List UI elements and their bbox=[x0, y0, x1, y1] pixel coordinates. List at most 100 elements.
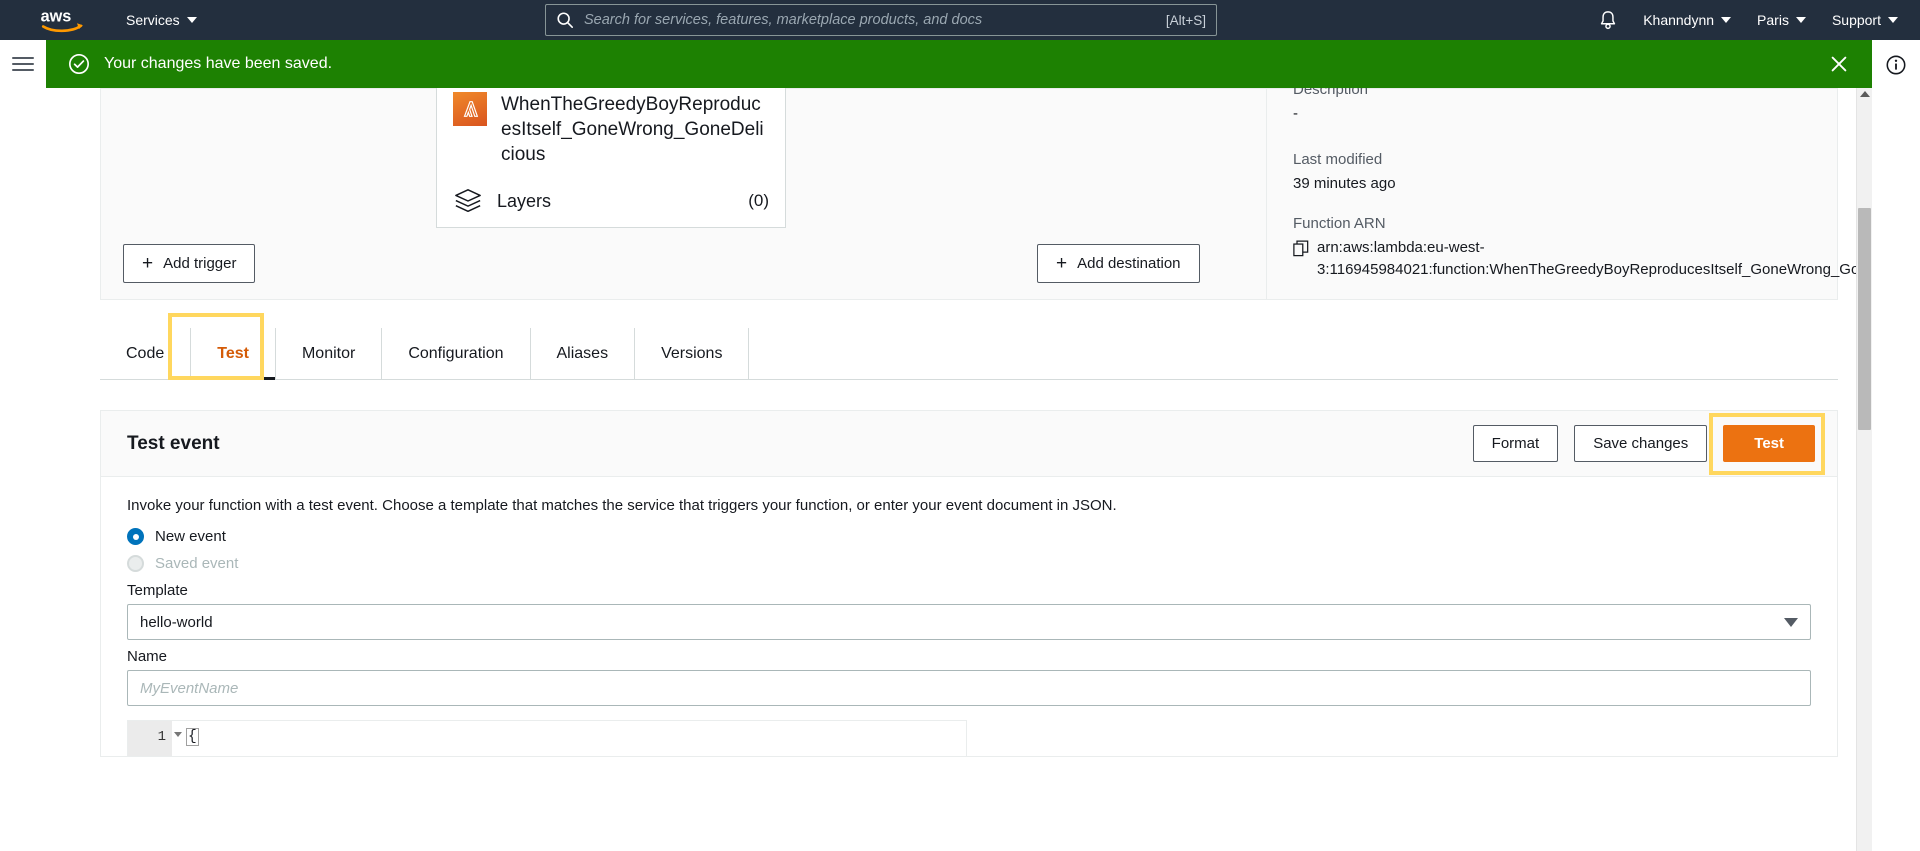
page-body: WhenTheGreedyBoyReproducesItself_GoneWro… bbox=[0, 88, 1920, 851]
function-tabs: Code Test Monitor Configuration Aliases … bbox=[100, 313, 1838, 380]
template-select[interactable]: hello-world bbox=[127, 604, 1811, 640]
tab-versions[interactable]: Versions bbox=[635, 328, 750, 379]
tab-monitor[interactable]: Monitor bbox=[276, 328, 383, 379]
radio-saved-event-label: Saved event bbox=[155, 555, 239, 572]
success-flash-bar: Your changes have been saved. bbox=[46, 40, 1872, 88]
event-name-placeholder: MyEventName bbox=[140, 679, 239, 697]
test-button[interactable]: Test bbox=[1723, 425, 1815, 462]
search-icon bbox=[557, 12, 574, 29]
support-menu-label: Support bbox=[1831, 12, 1881, 28]
test-event-panel-header: Test event Format Save changes Test bbox=[101, 411, 1837, 477]
right-rail-gutter bbox=[1872, 88, 1920, 851]
layers-row[interactable]: Layers (0) bbox=[453, 187, 769, 215]
tab-aliases[interactable]: Aliases bbox=[531, 328, 636, 379]
tab-monitor-label: Monitor bbox=[301, 344, 356, 362]
format-button[interactable]: Format bbox=[1472, 425, 1559, 462]
lambda-service-icon bbox=[453, 92, 487, 126]
function-arn-block: Function ARN arn:aws:lambda:eu-west-3:11… bbox=[1293, 215, 1856, 281]
radio-new-event-label: New event bbox=[155, 528, 226, 545]
search-input[interactable] bbox=[582, 11, 1158, 29]
services-menu[interactable]: Services bbox=[126, 12, 197, 28]
editor-line-numbers: 1 bbox=[128, 721, 182, 756]
notifications-bell-icon[interactable] bbox=[1599, 10, 1617, 30]
tab-code-label: Code bbox=[126, 344, 165, 362]
plus-icon: + bbox=[1056, 253, 1068, 274]
plus-icon: + bbox=[142, 253, 154, 274]
info-icon[interactable] bbox=[1885, 54, 1907, 76]
function-node-card[interactable]: WhenTheGreedyBoyReproducesItself_GoneWro… bbox=[436, 88, 786, 228]
radio-new-event[interactable]: New event bbox=[127, 528, 1811, 545]
page-scrollbar[interactable] bbox=[1856, 88, 1872, 851]
support-menu[interactable]: Support bbox=[1832, 12, 1898, 28]
chevron-down-icon bbox=[1888, 17, 1898, 23]
sidebar-toggle-cell[interactable] bbox=[0, 40, 46, 88]
template-select-value: hello-world bbox=[140, 613, 213, 631]
radio-new-event-control[interactable] bbox=[127, 528, 144, 545]
account-menu[interactable]: Khanndynn bbox=[1643, 12, 1732, 28]
info-rail bbox=[1872, 40, 1920, 88]
scroll-up-arrow-icon[interactable] bbox=[1859, 91, 1870, 97]
tab-versions-label: Versions bbox=[661, 344, 723, 362]
svg-text:aws: aws bbox=[41, 7, 72, 25]
code-line-1: { bbox=[186, 728, 199, 746]
success-check-icon bbox=[69, 54, 89, 74]
search-shortcut-hint: [Alt+S] bbox=[1165, 12, 1206, 28]
function-overview-card: WhenTheGreedyBoyReproducesItself_GoneWro… bbox=[100, 88, 1856, 300]
region-menu[interactable]: Paris bbox=[1757, 12, 1806, 28]
hamburger-menu-icon[interactable] bbox=[11, 53, 34, 75]
flash-message-row: Your changes have been saved. bbox=[0, 40, 1920, 88]
save-changes-button-label: Save changes bbox=[1593, 435, 1689, 452]
layers-count: (0) bbox=[748, 191, 769, 210]
event-json-editor[interactable]: 1 { bbox=[127, 720, 967, 756]
description-value: - bbox=[1293, 105, 1298, 122]
template-label: Template bbox=[127, 582, 188, 599]
save-changes-button[interactable]: Save changes bbox=[1574, 425, 1708, 462]
description-block: Description - bbox=[1293, 88, 1368, 125]
chevron-down-icon bbox=[1795, 17, 1806, 23]
account-menu-label: Khanndynn bbox=[1643, 12, 1715, 28]
layers-label: Layers bbox=[497, 190, 552, 211]
tab-code[interactable]: Code bbox=[100, 328, 192, 379]
close-icon[interactable] bbox=[1824, 49, 1854, 79]
event-name-input[interactable]: MyEventName bbox=[127, 670, 1811, 706]
code-fold-icon[interactable] bbox=[174, 732, 182, 737]
tab-aliases-label: Aliases bbox=[556, 344, 609, 362]
copy-icon[interactable] bbox=[1293, 240, 1309, 257]
add-destination-label: Add destination bbox=[1077, 255, 1181, 272]
format-button-label: Format bbox=[1491, 435, 1540, 452]
test-event-form: Invoke your function with a test event. … bbox=[101, 477, 1837, 756]
function-details-pane: + Add destination Description - Last mod… bbox=[1037, 88, 1856, 299]
scrollbar-thumb[interactable] bbox=[1858, 208, 1871, 430]
editor-code-area[interactable]: { bbox=[172, 721, 966, 756]
radio-saved-event[interactable]: Saved event bbox=[127, 555, 1811, 572]
function-name: WhenTheGreedyBoyReproducesItself_GoneWro… bbox=[501, 94, 764, 165]
left-gutter bbox=[0, 88, 46, 851]
function-arn-value: arn:aws:lambda:eu-west-3:116945984021:fu… bbox=[1317, 239, 1856, 278]
region-menu-label: Paris bbox=[1757, 12, 1789, 28]
line-number: 1 bbox=[157, 729, 166, 745]
layers-icon bbox=[455, 189, 481, 213]
test-event-description: Invoke your function with a test event. … bbox=[127, 497, 1117, 514]
main-content: WhenTheGreedyBoyReproducesItself_GoneWro… bbox=[46, 88, 1856, 851]
tab-configuration-label: Configuration bbox=[408, 344, 504, 362]
services-menu-label: Services bbox=[126, 12, 180, 28]
chevron-down-icon bbox=[186, 17, 197, 23]
top-navigation-bar: aws Services [Alt+S] Khanndynn Paris Sup… bbox=[0, 0, 1920, 40]
global-search-box[interactable]: [Alt+S] bbox=[545, 4, 1217, 36]
name-label: Name bbox=[127, 648, 168, 665]
add-trigger-label: Add trigger bbox=[163, 255, 237, 272]
test-event-panel: Test event Format Save changes Test Invo… bbox=[100, 410, 1838, 757]
last-modified-block: Last modified 39 minutes ago bbox=[1293, 151, 1396, 195]
add-destination-button[interactable]: + Add destination bbox=[1037, 244, 1200, 283]
tab-configuration[interactable]: Configuration bbox=[382, 328, 531, 379]
last-modified-label: Last modified bbox=[1293, 151, 1383, 168]
radio-saved-event-control[interactable] bbox=[127, 555, 144, 572]
chevron-down-icon bbox=[1721, 17, 1732, 23]
function-arn-label: Function ARN bbox=[1293, 215, 1386, 232]
aws-logo[interactable]: aws bbox=[38, 3, 90, 37]
chevron-down-icon bbox=[1784, 617, 1798, 627]
page-title: Test event bbox=[127, 432, 220, 454]
description-label: Description bbox=[1293, 88, 1369, 98]
tab-test[interactable]: Test bbox=[191, 328, 276, 380]
add-trigger-button[interactable]: + Add trigger bbox=[123, 244, 256, 283]
